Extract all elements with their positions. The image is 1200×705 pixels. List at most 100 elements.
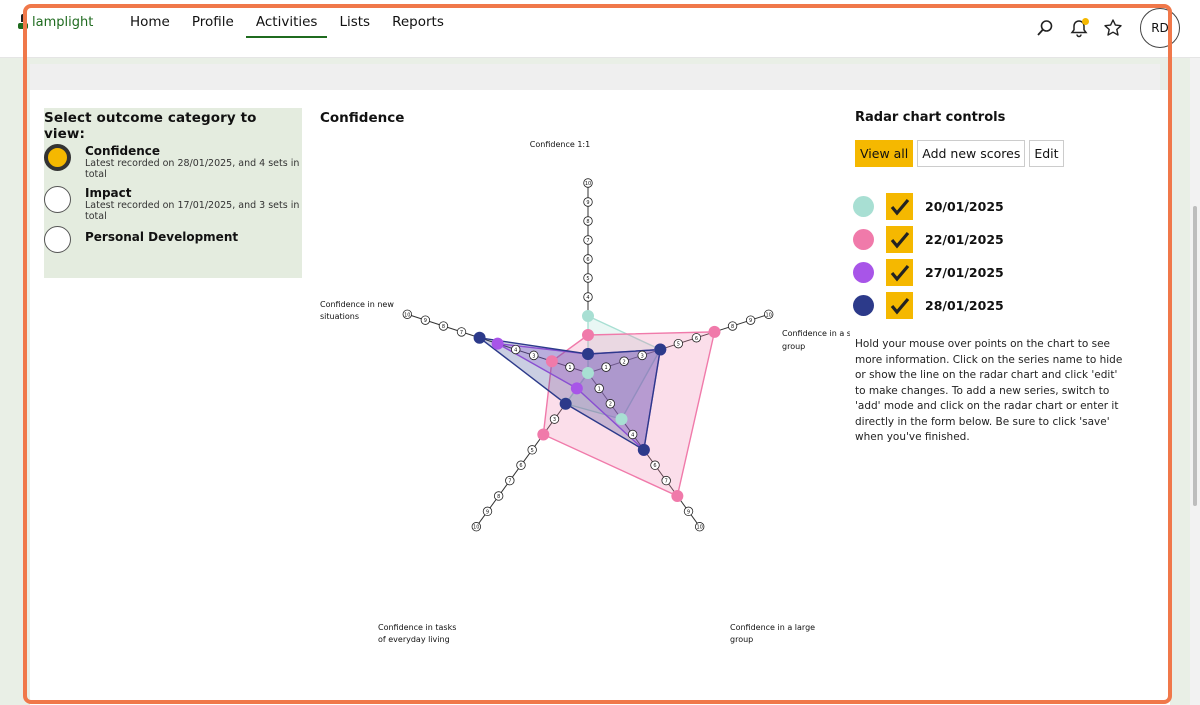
category-name: Impact [85, 186, 132, 200]
series-date[interactable]: 27/01/2025 [925, 265, 1004, 280]
radar-tick-label: 7 [586, 238, 589, 244]
category-sub: Latest recorded on 28/01/2025, and 4 set… [85, 158, 300, 180]
add-new-scores-button[interactable]: Add new scores [917, 140, 1026, 167]
checkbox-checked-icon[interactable] [886, 193, 913, 220]
category-personal-development[interactable]: Personal Development [44, 226, 238, 253]
checkbox-checked-icon[interactable] [886, 292, 913, 319]
radar-data-point[interactable] [473, 331, 486, 344]
radar-data-point[interactable] [708, 325, 721, 338]
chart-title: Confidence [320, 110, 405, 126]
series-row[interactable]: 20/01/2025 [853, 190, 1004, 223]
radar-tick-label: 6 [519, 463, 522, 469]
category-confidence[interactable]: Confidence Latest recorded on 28/01/2025… [44, 144, 305, 180]
radar-tick-label: 10 [404, 312, 410, 318]
category-impact[interactable]: Impact Latest recorded on 17/01/2025, an… [44, 186, 305, 222]
search-icon[interactable] [1034, 17, 1056, 39]
radar-tick-label: 3 [641, 353, 644, 359]
radar-data-point[interactable] [637, 443, 650, 456]
series-row[interactable]: 28/01/2025 [853, 289, 1004, 322]
radar-tick-label: 8 [731, 324, 734, 330]
radar-data-point[interactable] [671, 489, 684, 502]
radar-tick-label: 6 [653, 463, 656, 469]
radar-tick-label: 5 [677, 342, 680, 348]
nav-home[interactable]: Home [120, 0, 180, 38]
radar-tick-label: 2 [623, 359, 626, 365]
radar-tick-label: 1 [598, 386, 601, 392]
help-text: Hold your mouse over points on the chart… [855, 338, 1123, 443]
series-color-swatch [853, 295, 874, 316]
page-scrollbar[interactable] [1190, 58, 1200, 705]
radar-tick-label: 10 [585, 181, 591, 187]
sub-header-strip [30, 64, 1160, 90]
axis-label-small-group-line2: group [782, 342, 805, 351]
series-date[interactable]: 22/01/2025 [925, 232, 1004, 247]
radio-icon[interactable] [44, 226, 71, 253]
radar-tick-label: 3 [553, 417, 556, 423]
checkbox-checked-icon[interactable] [886, 259, 913, 286]
radar-data-point[interactable] [537, 428, 550, 441]
radar-data-point[interactable] [559, 397, 572, 410]
radar-tick-label: 10 [766, 312, 772, 318]
axis-label-large-group-line2: group [730, 635, 753, 644]
series-date[interactable]: 20/01/2025 [925, 199, 1004, 214]
axis-label-confidence-1-1: Confidence 1:1 [530, 140, 590, 149]
radar-tick-label: 9 [486, 509, 489, 515]
series-color-swatch [853, 262, 874, 283]
lamp-logo-icon [18, 14, 28, 30]
category-sub: Latest recorded on 17/01/2025, and 3 set… [85, 200, 300, 222]
radar-tick-label: 9 [687, 509, 690, 515]
series-row[interactable]: 27/01/2025 [853, 256, 1004, 289]
radio-icon[interactable] [44, 186, 71, 213]
axis-label-everyday-living: Confidence in tasks [378, 623, 456, 632]
series-date[interactable]: 28/01/2025 [925, 298, 1004, 313]
checkbox-checked-icon[interactable] [886, 226, 913, 253]
view-all-button[interactable]: View all [855, 140, 914, 167]
radar-tick-label: 2 [609, 402, 612, 408]
radar-tick-label: 1 [568, 365, 571, 371]
radar-tick-label: 8 [442, 324, 445, 330]
axis-label-everyday-living-line2: of everyday living [378, 635, 450, 644]
radar-tick-label: 5 [531, 448, 534, 454]
radar-tick-label: 8 [497, 494, 500, 500]
category-panel: Select outcome category to view: Confide… [44, 108, 302, 278]
logo-text: lamplight [32, 14, 94, 30]
radar-data-point[interactable] [582, 310, 594, 322]
series-row[interactable]: 22/01/2025 [853, 223, 1004, 256]
axis-label-new-situations: Confidence in new [320, 300, 394, 309]
top-icons: RD [1034, 8, 1180, 48]
series-color-swatch [853, 229, 874, 250]
radar-chart[interactable]: 1234567891012345678910123456789101234567… [310, 130, 850, 660]
nav-reports[interactable]: Reports [382, 0, 454, 38]
scrollbar-thumb[interactable] [1193, 206, 1197, 506]
notification-dot [1082, 18, 1089, 25]
category-name: Confidence [85, 144, 161, 158]
radar-data-point[interactable] [615, 413, 628, 426]
radar-tick-label: 7 [508, 479, 511, 485]
radar-tick-label: 1 [604, 365, 607, 371]
radar-tick-label: 4 [514, 348, 517, 354]
radar-tick-label: 9 [586, 200, 589, 206]
nav-lists[interactable]: Lists [329, 0, 380, 38]
radar-data-point[interactable] [582, 367, 594, 379]
user-avatar[interactable]: RD [1140, 8, 1180, 48]
app-logo[interactable]: lamplight [18, 14, 93, 30]
main-nav: Home Profile Activities Lists Reports [120, 0, 456, 58]
edit-button[interactable]: Edit [1029, 140, 1064, 167]
radar-data-point[interactable] [545, 355, 558, 368]
top-nav-bar: lamplight Home Profile Activities Lists … [0, 0, 1200, 58]
radar-tick-label: 4 [631, 432, 634, 438]
radar-data-point[interactable] [582, 348, 594, 360]
radar-data-point[interactable] [570, 382, 583, 395]
bell-icon[interactable] [1068, 17, 1090, 39]
series-list: 20/01/2025 22/01/2025 27/01/2025 28/01/2… [853, 190, 1004, 322]
radar-data-point[interactable] [491, 337, 504, 350]
radar-tick-label: 7 [665, 479, 668, 485]
radio-selected-icon[interactable] [44, 144, 71, 171]
nav-profile[interactable]: Profile [182, 0, 244, 38]
controls-title: Radar chart controls [855, 110, 1006, 125]
series-color-swatch [853, 196, 874, 217]
radar-data-point[interactable] [582, 329, 594, 341]
radar-data-point[interactable] [654, 343, 667, 356]
star-icon[interactable] [1102, 17, 1124, 39]
nav-activities[interactable]: Activities [245, 0, 328, 38]
